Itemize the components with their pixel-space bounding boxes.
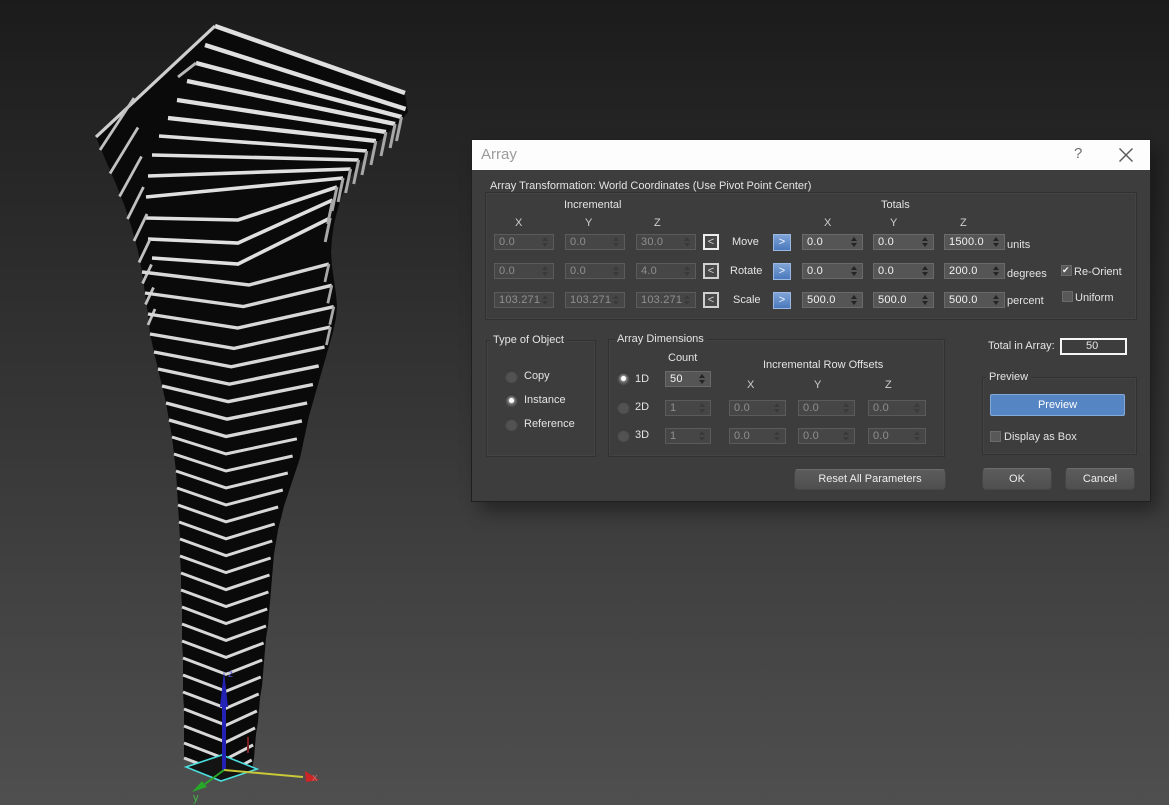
svg-text:z: z — [228, 669, 233, 680]
svg-text:x: x — [312, 772, 318, 784]
svg-text:y: y — [193, 792, 199, 804]
